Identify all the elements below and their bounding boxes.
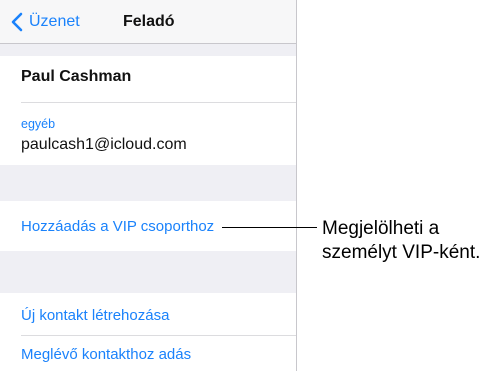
contact-name: Paul Cashman [21,68,132,85]
add-to-vip-button[interactable]: Hozzáadás a VIP csoporthoz [21,218,214,235]
email-type-label: egyéb [21,117,56,131]
page-title: Feladó [123,13,175,30]
callout-line [222,227,317,228]
contact-actions-group: Új kontakt létrehozása Meglévő kontaktho… [0,293,296,371]
back-button-label: Üzenet [29,13,80,30]
contact-info-group: Paul Cashman egyéb paulcash1@icloud.com [0,56,296,165]
divider [21,102,296,103]
navigation-bar: Üzenet Feladó [0,0,296,44]
vip-group: Hozzáadás a VIP csoporthoz [0,201,296,251]
email-address[interactable]: paulcash1@icloud.com [21,136,187,154]
callout-text: Megjelölheti a személyt VIP-ként. [322,217,480,265]
divider [21,335,296,336]
callout-line-1: Megjelölheti a [322,218,440,239]
callout-line-2: személyt VIP-ként. [322,242,481,263]
create-new-contact-button[interactable]: Új kontakt létrehozása [21,307,169,324]
chevron-left-icon [11,12,23,32]
add-to-existing-contact-button[interactable]: Meglévő kontakthoz adás [21,346,191,363]
back-button[interactable]: Üzenet [11,11,80,33]
phone-screen: Üzenet Feladó Paul Cashman egyéb paulcas… [0,0,297,371]
